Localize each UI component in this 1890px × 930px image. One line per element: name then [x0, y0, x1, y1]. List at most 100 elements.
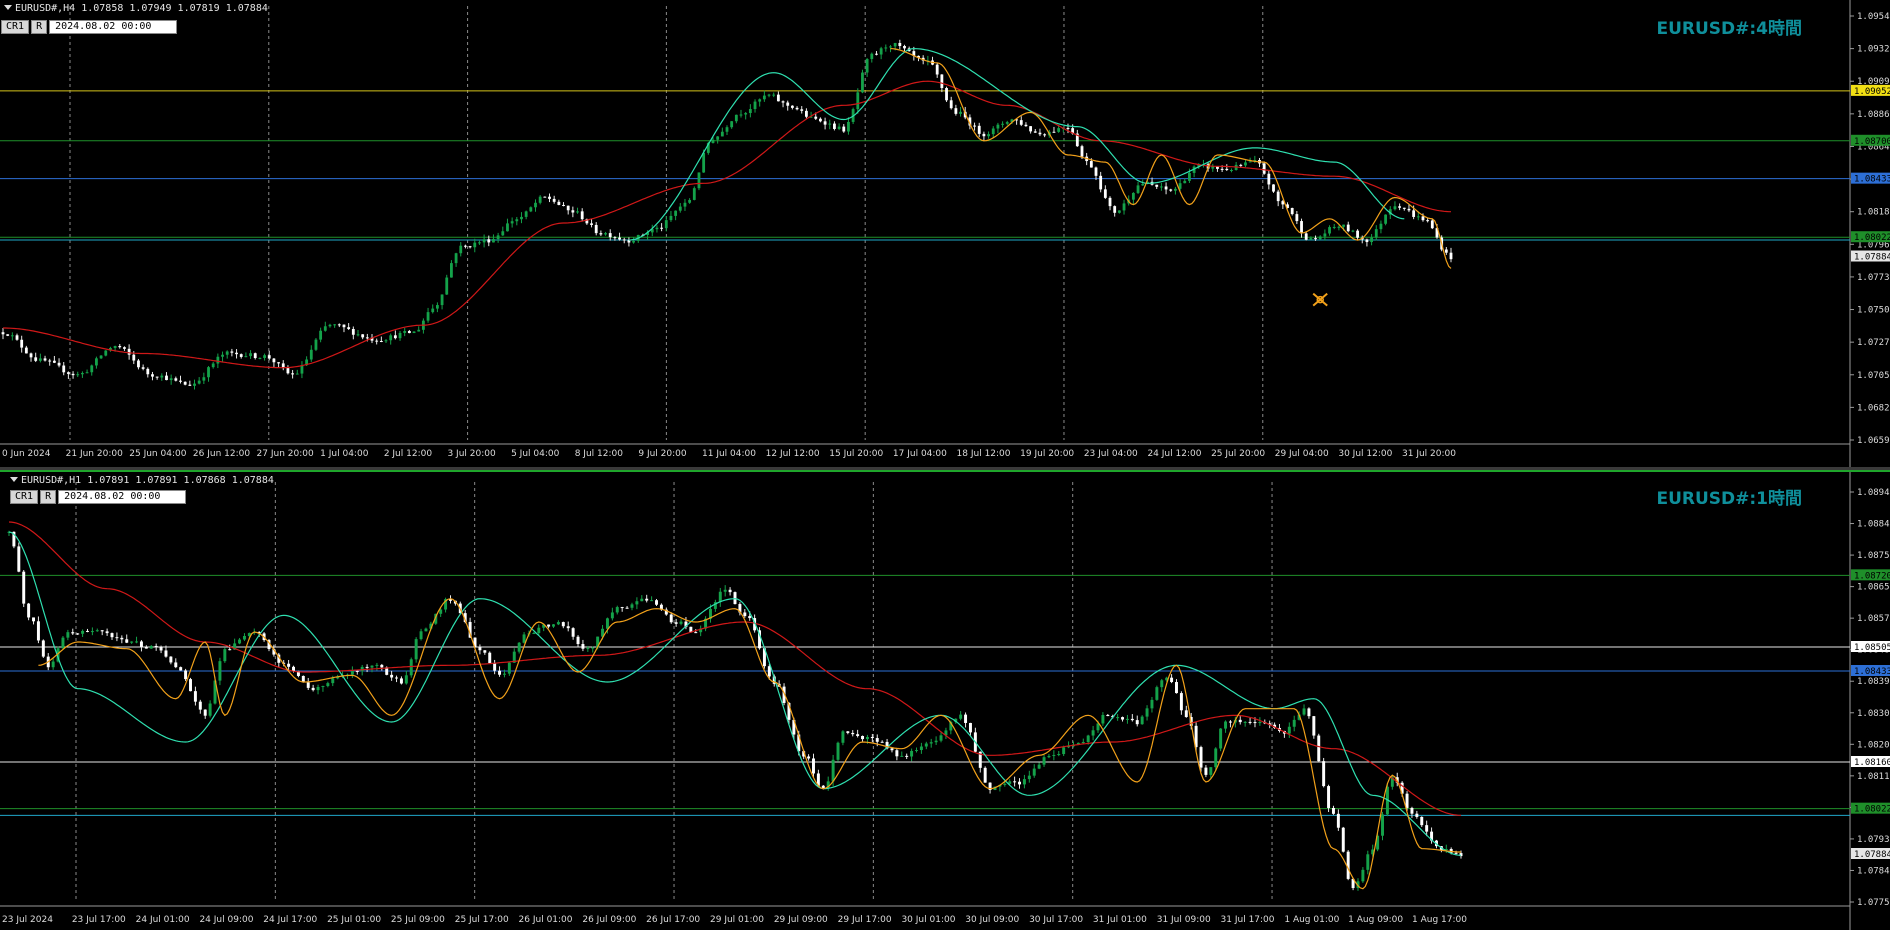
candle-body: [977, 125, 981, 134]
candle-body: [316, 687, 320, 691]
candle-body: [1351, 230, 1355, 232]
time-tick-label: 15 Jul 20:00: [829, 449, 883, 459]
cr1-button[interactable]: CR1: [1, 20, 30, 34]
candle-body: [1131, 192, 1135, 200]
candle-body: [987, 134, 990, 137]
candle-body: [1022, 779, 1026, 785]
candle-body: [235, 352, 238, 355]
candle-body: [399, 678, 403, 684]
cr1-button[interactable]: CR1: [10, 490, 39, 504]
candle-body: [482, 239, 486, 243]
candle-body: [165, 375, 168, 381]
symbol-ohlc-text: EURUSD#,H1 1.07891 1.07891 1.07868 1.078…: [21, 475, 274, 486]
candle-body: [375, 664, 379, 666]
candle-body: [865, 59, 869, 73]
candle-body: [1309, 238, 1313, 240]
time-tick-label: 23 Jul 2024: [2, 915, 53, 925]
candle-body: [664, 220, 668, 229]
moving-average-line: [3, 80, 1451, 369]
collapse-triangle-icon[interactable]: [4, 5, 12, 10]
candle-body: [1170, 677, 1174, 683]
candle-body: [924, 743, 928, 747]
price-chart-h4[interactable]: 1.095451.093201.090951.088651.086401.084…: [0, 0, 1890, 467]
candle-body: [622, 239, 626, 241]
candle-body: [473, 242, 477, 248]
candle-body: [483, 650, 487, 653]
time-tick-label: 29 Jul 09:00: [774, 915, 828, 925]
candle-body: [604, 233, 607, 235]
candle-body: [679, 621, 683, 624]
r-button[interactable]: R: [31, 20, 48, 34]
price-level-label: 1.08022: [1854, 233, 1890, 243]
candle-body: [1287, 726, 1291, 734]
candle-body: [674, 622, 678, 624]
candle-body: [548, 196, 551, 199]
candle-body: [104, 350, 108, 356]
candle-body: [660, 227, 664, 229]
candle-body: [431, 308, 435, 313]
candle-body: [379, 341, 383, 343]
candle-body: [510, 221, 514, 224]
candle-body: [748, 109, 752, 114]
r-button[interactable]: R: [40, 490, 57, 504]
candle-body: [1155, 687, 1159, 700]
candle-body: [95, 358, 98, 366]
candle-body: [43, 358, 47, 361]
candle-body: [1013, 781, 1017, 783]
candle-body: [228, 649, 232, 651]
candle-body: [407, 331, 411, 334]
date-input[interactable]: 2024.08.02 00:00: [58, 490, 187, 504]
candle-body: [831, 759, 835, 782]
price-tick-label: 1.08845: [1857, 520, 1890, 530]
candle-body: [669, 215, 673, 221]
candle-body: [71, 373, 75, 376]
candle-body: [753, 101, 757, 110]
candle-body: [1295, 214, 1299, 222]
candle-body: [253, 353, 257, 359]
price-tick-label: 1.08205: [1857, 740, 1890, 750]
candle-body: [238, 639, 242, 644]
candle-body: [164, 650, 168, 657]
candle-body: [62, 365, 66, 373]
candle-body: [949, 100, 953, 109]
candle-body: [884, 47, 888, 49]
candle-body: [1225, 168, 1229, 170]
candle-body: [464, 245, 467, 247]
candle-body: [169, 656, 173, 663]
active-pane-indicator: [0, 470, 1890, 472]
time-tick-label: 21 Jun 20:00: [66, 449, 123, 459]
price-chart-h1[interactable]: 1.08940 1.08845 1.08750 1.08655 1.08570 1.084…: [0, 470, 1890, 930]
candle-body: [225, 351, 229, 355]
candle-body: [1145, 708, 1149, 717]
candle-body: [959, 714, 963, 719]
candle-body: [1381, 814, 1384, 836]
candle-body: [1042, 757, 1046, 765]
candle-body: [1047, 755, 1051, 758]
candle-body: [895, 750, 899, 757]
smooth-wave-line: [8, 531, 1462, 856]
candle-body: [842, 126, 846, 132]
candle-body: [110, 633, 114, 638]
candle-body: [211, 363, 215, 368]
candle-body: [90, 365, 94, 373]
candle-body: [1141, 183, 1145, 186]
symbol-ohlc-text: EURUSD#,H4 1.07858 1.07949 1.07819 1.078…: [15, 3, 268, 14]
candle-body: [52, 360, 56, 363]
candle-body: [1336, 813, 1340, 828]
candle-body: [734, 114, 738, 122]
candle-body: [982, 133, 986, 137]
date-input[interactable]: 2024.08.02 00:00: [49, 20, 178, 34]
candle-body: [1322, 761, 1326, 787]
price-tick-label: 1.07050: [1857, 371, 1890, 381]
candle-body: [524, 211, 528, 217]
chart-window-h1[interactable]: 1.08940 1.08845 1.08750 1.08655 1.08570 1.084…: [0, 470, 1890, 930]
time-tick-label: 1 Aug 01:00: [1284, 915, 1339, 925]
candle-body: [24, 347, 28, 354]
candle-body: [841, 731, 845, 743]
candle-body: [1005, 122, 1009, 124]
collapse-triangle-icon[interactable]: [10, 477, 18, 482]
symbol-info-h1: EURUSD#,H1 1.07891 1.07891 1.07868 1.078…: [10, 475, 274, 486]
candle-body: [365, 666, 369, 668]
time-tick-label: 1 Aug 17:00: [1412, 915, 1467, 925]
chart-window-h4[interactable]: 1.095451.093201.090951.088651.086401.084…: [0, 0, 1890, 467]
